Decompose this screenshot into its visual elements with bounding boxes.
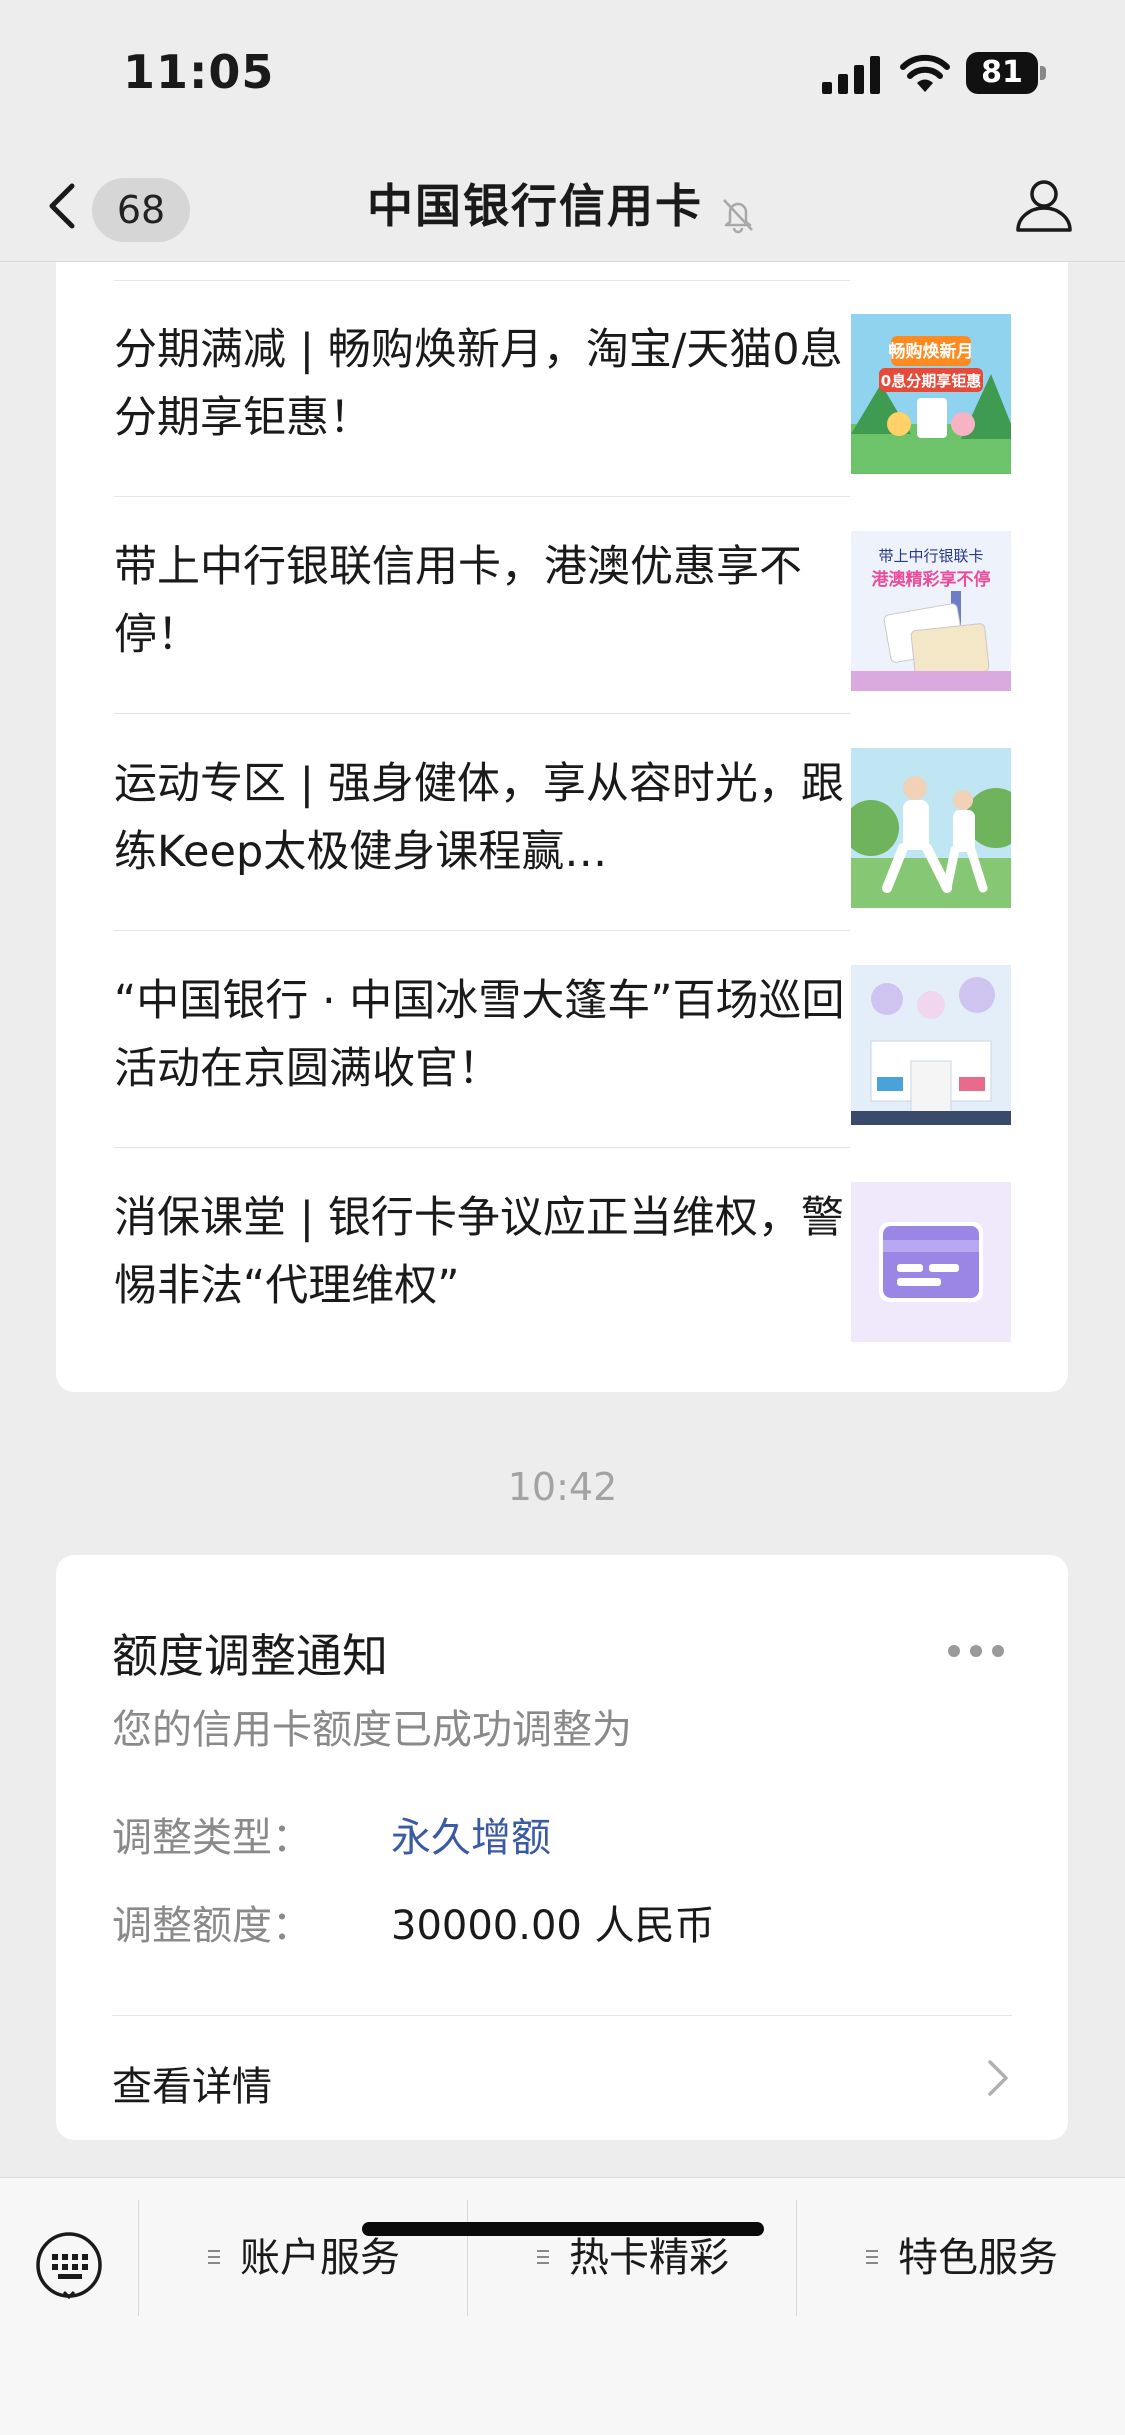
article-item[interactable]: 分期满减 | 畅购焕新月，淘宝/天猫0息分期享钜惠！ 畅购焕新月 0息分期享钜惠 bbox=[56, 280, 1068, 497]
page-title: 中国银行信用卡 bbox=[366, 179, 703, 233]
adjust-type-value: 永久增额 bbox=[391, 1815, 551, 1861]
status-bar: 11:05 81 bbox=[0, 0, 1125, 150]
view-details-link[interactable]: 查看详情 bbox=[56, 2016, 1068, 2140]
nav-title-wrap: 中国银行信用卡 bbox=[300, 174, 825, 238]
notification-card[interactable]: 额度调整通知 您的信用卡额度已成功调整为 调整类型： 永久增额 调整额度： 30… bbox=[56, 1555, 1068, 2140]
article-thumbnail bbox=[851, 748, 1011, 908]
notice-subtitle: 您的信用卡额度已成功调整为 bbox=[112, 1707, 632, 1753]
notice-title: 额度调整通知 bbox=[112, 1629, 388, 1683]
menu-list-icon bbox=[866, 2250, 878, 2264]
menu-item-label: 特色服务 bbox=[898, 2235, 1058, 2281]
battery-icon: 81 bbox=[966, 52, 1046, 94]
keyboard-toggle-button[interactable] bbox=[0, 2200, 138, 2316]
view-details-label: 查看详情 bbox=[112, 2064, 272, 2110]
more-options-icon[interactable] bbox=[946, 1643, 1006, 1659]
status-time: 11:05 bbox=[123, 45, 275, 99]
menu-list-icon bbox=[208, 2250, 220, 2264]
article-thumbnail: 带上中行银联卡 港澳精彩享不停 bbox=[851, 531, 1011, 691]
chevron-left-icon bbox=[49, 183, 75, 229]
menu-list-icon bbox=[537, 2250, 549, 2264]
article-list-card: 分期满减 | 畅购焕新月，淘宝/天猫0息分期享钜惠！ 畅购焕新月 0息分期享钜惠… bbox=[56, 262, 1068, 1392]
wifi-icon bbox=[900, 54, 950, 92]
battery-level: 81 bbox=[966, 52, 1038, 94]
chat-screen: 11:05 81 68 中国银行信用卡 分期满减 | 畅购焕新月，淘宝/天猫0息… bbox=[0, 0, 1125, 2435]
article-item[interactable]: 运动专区 | 强身健体，享从容时光，跟练Keep太极健身课程赢… bbox=[56, 714, 1068, 931]
message-timestamp: 10:42 bbox=[507, 1465, 618, 1509]
article-item[interactable]: “中国银行 · 中国冰雪大篷车”百场巡回活动在京圆满收官！ bbox=[56, 931, 1068, 1148]
chevron-right-icon bbox=[988, 2060, 1008, 2096]
keyboard-icon bbox=[36, 2232, 102, 2300]
adjust-type-label: 调整类型： bbox=[112, 1815, 312, 1861]
article-thumbnail bbox=[851, 965, 1011, 1125]
article-item[interactable]: 带上中行银联信用卡，港澳优惠享不停！ 带上中行银联卡 港澳精彩享不停 bbox=[56, 497, 1068, 714]
article-thumbnail: 畅购焕新月 0息分期享钜惠 bbox=[851, 314, 1011, 474]
back-button[interactable]: 68 bbox=[44, 170, 194, 242]
adjust-amount-value: 30000.00 人民币 bbox=[391, 1903, 715, 1949]
article-title: 运动专区 | 强身健体，享从容时光，跟练Keep太极健身课程赢… bbox=[114, 759, 844, 877]
nav-bar: 68 中国银行信用卡 bbox=[0, 150, 1125, 262]
muted-bell-icon bbox=[723, 198, 753, 233]
menu-featured-service[interactable]: 特色服务 bbox=[797, 2200, 1125, 2316]
menu-hot-cards[interactable]: 热卡精彩 bbox=[468, 2200, 796, 2316]
cellular-signal-icon bbox=[822, 56, 880, 94]
thumb-caption: 畅购焕新月 bbox=[889, 341, 974, 362]
home-indicator[interactable] bbox=[362, 2222, 764, 2236]
article-title: 分期满减 | 畅购焕新月，淘宝/天猫0息分期享钜惠！ bbox=[114, 325, 843, 443]
article-thumbnail bbox=[851, 1182, 1011, 1342]
adjust-amount-label: 调整额度： bbox=[112, 1903, 312, 1949]
article-title: 消保课堂 | 银行卡争议应正当维权，警惕非法“代理维权” bbox=[114, 1193, 844, 1311]
unread-count-badge: 68 bbox=[92, 178, 190, 242]
thumb-caption: 港澳精彩享不停 bbox=[872, 569, 991, 590]
thumb-caption: 0息分期享钜惠 bbox=[881, 372, 981, 390]
menu-item-label: 热卡精彩 bbox=[569, 2235, 729, 2281]
battery-tip bbox=[1040, 66, 1046, 80]
profile-icon[interactable] bbox=[1012, 172, 1076, 236]
article-item[interactable]: 消保课堂 | 银行卡争议应正当维权，警惕非法“代理维权” bbox=[56, 1148, 1068, 1365]
thumb-caption: 带上中行银联卡 bbox=[878, 547, 983, 565]
bottom-menu-bar: 账户服务 热卡精彩 特色服务 bbox=[0, 2177, 1125, 2435]
article-title: “中国银行 · 中国冰雪大篷车”百场巡回活动在京圆满收官！ bbox=[114, 976, 845, 1094]
menu-account-service[interactable]: 账户服务 bbox=[139, 2200, 467, 2316]
menu-item-label: 账户服务 bbox=[240, 2235, 400, 2281]
article-title: 带上中行银联信用卡，港澳优惠享不停！ bbox=[114, 542, 802, 660]
